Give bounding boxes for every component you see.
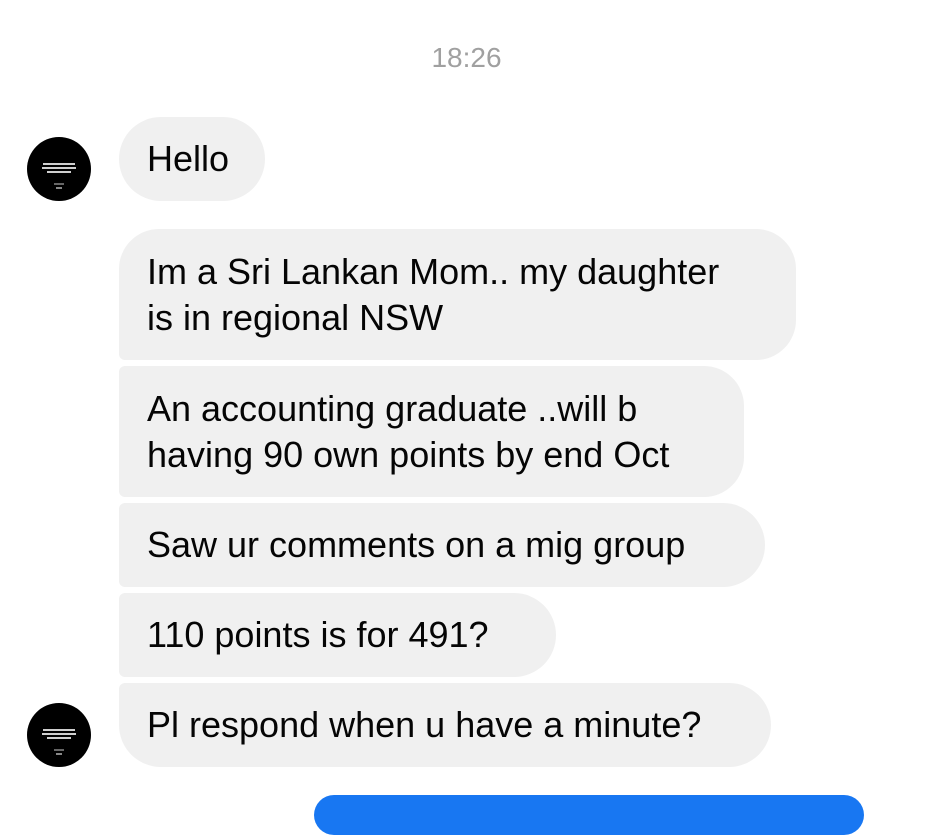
contact-avatar[interactable] xyxy=(27,703,91,767)
avatar-image-icon xyxy=(40,729,78,757)
message-bubble[interactable]: Hello xyxy=(119,117,265,201)
contact-avatar[interactable] xyxy=(27,137,91,201)
message-bubble[interactable]: 110 points is for 491? xyxy=(119,593,556,677)
message-timestamp: 18:26 xyxy=(431,42,502,73)
message-bubble[interactable]: Im a Sri Lankan Mom.. my daughter is in … xyxy=(119,229,796,360)
message-bubble[interactable]: An accounting graduate ..will b having 9… xyxy=(119,366,744,497)
avatar-image-icon xyxy=(40,163,78,191)
message-bubble[interactable]: Pl respond when u have a minute? xyxy=(119,683,771,767)
outgoing-message-bubble[interactable] xyxy=(314,795,864,835)
message-bubble[interactable]: Saw ur comments on a mig group xyxy=(119,503,765,587)
